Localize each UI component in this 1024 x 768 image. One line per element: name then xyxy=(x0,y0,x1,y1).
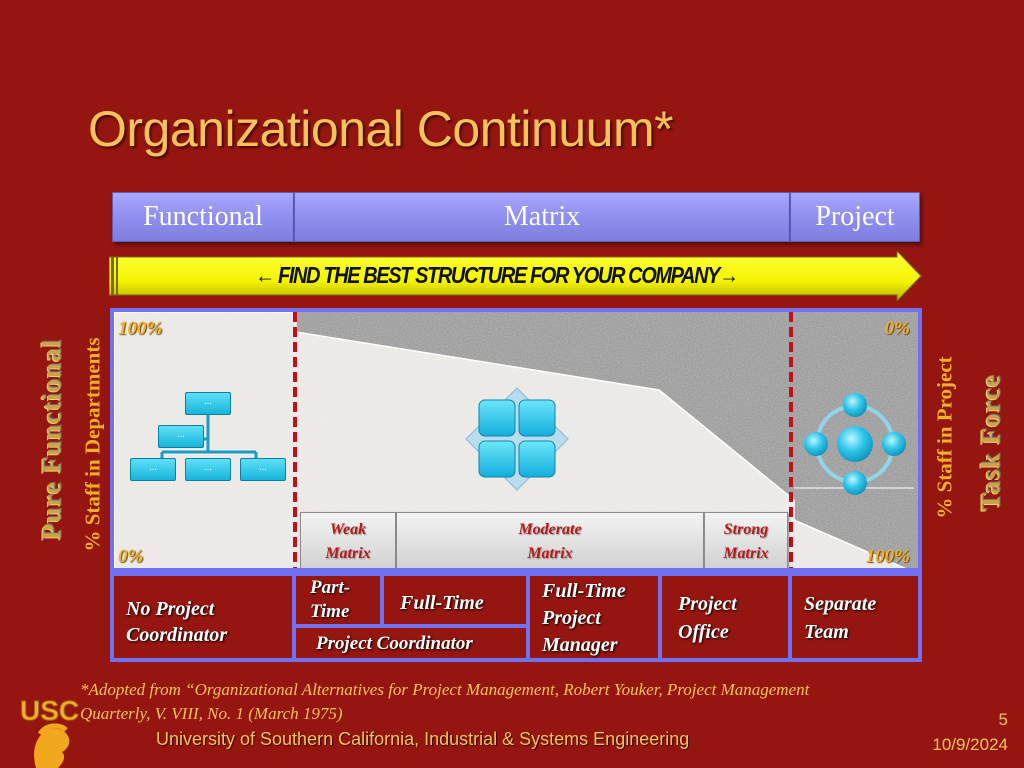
arrow-banner: ← FIND THE BEST STRUCTURE FOR YOUR COMPA… xyxy=(109,251,923,301)
cell-no-project-coordinator: No Project Coordinator xyxy=(110,572,296,662)
matrix-grid-icon xyxy=(465,387,569,491)
org-box-child-1: ... xyxy=(130,458,176,481)
side-label-pure-functional: Pure Functional xyxy=(36,338,67,541)
side-label-staff-project: % Staff in Project xyxy=(932,356,957,519)
org-box-top: ... xyxy=(185,392,231,415)
band-functional: Functional xyxy=(112,192,294,242)
band-matrix: Matrix xyxy=(294,192,790,242)
continuum-diagram: 100% 0% 0% 100% ... ... ... ... ... Weak… xyxy=(110,308,922,572)
cell-separate-team: Separate Team xyxy=(788,572,922,662)
cell-project-coordinator: Project Coordinator xyxy=(292,624,530,662)
footer-institution: University of Southern California, Indus… xyxy=(156,729,690,749)
slide-date: 10/9/2024 xyxy=(932,735,1008,754)
cell-part-time: Part- Time xyxy=(292,572,384,628)
usc-logo-text: USC xyxy=(20,695,79,726)
percent-bottom-left: 0% xyxy=(118,546,144,567)
percent-top-right: 0% xyxy=(884,318,910,339)
arrow-banner-text: ← FIND THE BEST STRUCTURE FOR YOUR COMPA… xyxy=(255,262,739,289)
org-box-assistant: ... xyxy=(158,425,204,448)
moderate-matrix-label: Moderate Matrix xyxy=(396,512,704,568)
usc-trojan-logo: USC xyxy=(20,695,80,768)
cell-project-office: Project Office xyxy=(658,572,792,662)
page-number: 5 xyxy=(998,710,1008,729)
cell-full-time-project-manager: Full-Time Project Manager xyxy=(526,572,662,662)
side-label-staff-departments: % Staff in Departments xyxy=(80,337,105,552)
source-footnote: *Adopted from “Organizational Alternativ… xyxy=(80,680,810,723)
org-box-child-2: ... xyxy=(185,458,231,481)
cell-full-time: Full-Time xyxy=(380,572,530,628)
org-box-child-3: ... xyxy=(240,458,286,481)
band-project: Project xyxy=(790,192,920,242)
org-chart-icon: ... ... ... ... ... xyxy=(130,392,290,492)
side-label-task-force: Task Force xyxy=(975,374,1006,511)
slide-title: Organizational Continuum* xyxy=(88,101,674,157)
weak-matrix-label: Weak Matrix xyxy=(300,512,396,568)
percent-top-left: 100% xyxy=(118,318,163,339)
hub-cycle-icon xyxy=(804,393,906,495)
percent-bottom-right: 100% xyxy=(865,546,910,567)
strong-matrix-label: Strong Matrix xyxy=(704,512,788,568)
